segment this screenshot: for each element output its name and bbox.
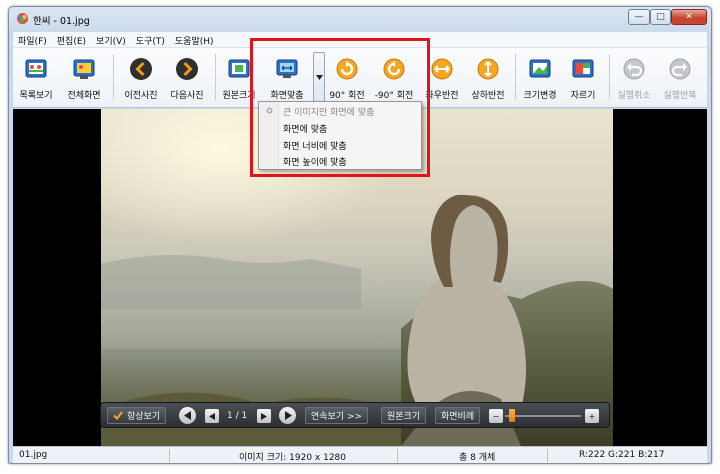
toolbar-label: 다음사진 (170, 91, 204, 101)
status-filename: 01.jpg (19, 450, 48, 460)
original-size-icon (228, 59, 250, 78)
status-count: 총 8 개체 (459, 453, 496, 463)
triangle-right-icon (284, 411, 292, 420)
toolbar-label: 전체화면 (67, 91, 101, 101)
title-bar: 한씨 - 01.jpg — □ ✕ (9, 7, 711, 31)
check-icon (113, 411, 123, 420)
toolbar-separator (515, 54, 516, 100)
always-on-top-toggle[interactable]: 항상보기 (107, 407, 167, 424)
page-indicator: 1 / 1 (227, 410, 248, 421)
menu-tools[interactable]: 도구(T) (131, 32, 170, 47)
list-view-icon (25, 59, 47, 78)
prev-image-button[interactable] (179, 407, 196, 424)
maximize-button[interactable]: □ (650, 9, 671, 25)
redo-icon (669, 58, 691, 80)
small-left-icon (209, 412, 215, 420)
original-size-ctrl-button[interactable]: 원본크기 (381, 407, 427, 424)
zoom-slider-thumb[interactable] (509, 409, 515, 422)
status-separator (397, 449, 398, 462)
flip-vertical-icon (477, 58, 499, 80)
resize-button[interactable]: 크기변경 (519, 56, 561, 101)
crop-icon (572, 59, 594, 78)
status-separator (547, 449, 548, 462)
fit-ratio-button[interactable]: 화면비례 (435, 407, 481, 424)
last-page-button[interactable] (257, 409, 271, 423)
toolbar-label: 상하반전 (471, 91, 505, 101)
toolbar-label: 실행반복 (663, 91, 697, 101)
toolbar-label: 자르기 (570, 91, 596, 101)
toolbar-label: 실행취소 (617, 91, 651, 101)
next-icon (176, 58, 198, 80)
list-view-button[interactable]: 목록보기 (17, 56, 55, 101)
next-photo-button[interactable]: 다음사진 (167, 56, 207, 101)
small-right-icon (261, 412, 267, 420)
window-title: 한씨 - 01.jpg (33, 16, 90, 27)
triangle-left-icon (183, 411, 191, 420)
undo-button[interactable]: 실행취소 (613, 56, 655, 101)
flip-vertical-button[interactable]: 상하반전 (467, 56, 509, 101)
status-separator (169, 449, 170, 462)
zoom-slider-track[interactable] (505, 415, 581, 417)
always-on-top-label: 항상보기 (127, 412, 161, 422)
viewer-control-bar: 항상보기 1 / 1 연속보기 >> 원본크기 화면비례 − + (100, 402, 610, 428)
fullscreen-button[interactable]: 전체화면 (65, 56, 103, 101)
toolbar-label: 목록보기 (19, 91, 53, 101)
slideshow-button[interactable]: 연속보기 >> (305, 407, 369, 424)
menu-view[interactable]: 보기(V) (91, 32, 131, 47)
toolbar-separator (609, 54, 610, 100)
zoom-in-button[interactable]: + (585, 409, 599, 423)
crop-button[interactable]: 자르기 (565, 56, 601, 101)
undo-icon (623, 58, 645, 80)
previous-icon (130, 58, 152, 80)
status-image-size: 이미지 크기: 1920 x 1280 (239, 453, 347, 463)
close-button[interactable]: ✕ (671, 9, 707, 25)
zoom-out-button[interactable]: − (489, 409, 503, 423)
first-page-button[interactable] (205, 409, 219, 423)
menu-file[interactable]: 파일(F) (13, 32, 52, 47)
app-icon (17, 13, 28, 24)
menu-help[interactable]: 도움말(H) (170, 32, 219, 47)
toolbar-label: 크기변경 (523, 91, 557, 101)
fullscreen-icon (73, 59, 95, 79)
flip-horizontal-icon (431, 58, 453, 80)
redo-button[interactable]: 실행반복 (659, 56, 701, 101)
next-image-button[interactable] (279, 407, 296, 424)
previous-photo-button[interactable]: 이전사진 (121, 56, 161, 101)
resize-icon (529, 59, 551, 78)
status-bar: 01.jpg 이미지 크기: 1920 x 1280 총 8 개체 R:222 … (13, 446, 707, 463)
status-rgb: R:222 G:221 B:217 (579, 450, 665, 460)
minimize-button[interactable]: — (628, 9, 650, 25)
toolbar-label: 이전사진 (124, 91, 158, 101)
toolbar-separator (215, 54, 216, 100)
menu-edit[interactable]: 편집(E) (52, 32, 91, 47)
toolbar-separator (113, 54, 114, 100)
highlight-box (250, 38, 430, 177)
